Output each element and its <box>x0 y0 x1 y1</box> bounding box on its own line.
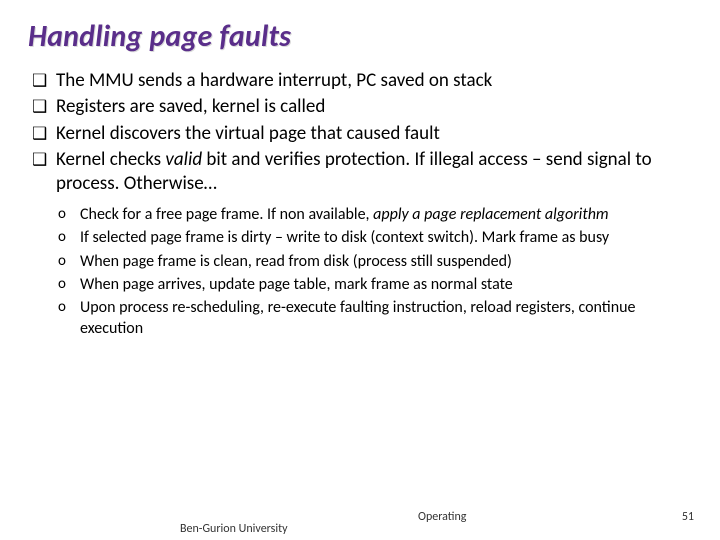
main-bullet-list: The MMU sends a hardware interrupt, PC s… <box>28 69 692 197</box>
bullet-item: Kernel checks valid bit and verifies pro… <box>32 148 692 197</box>
bullet-item: The MMU sends a hardware interrupt, PC s… <box>32 69 692 93</box>
footer-center: Operating <box>418 510 466 524</box>
bullet-em: valid <box>165 148 202 171</box>
sub-item: Check for a free page frame. If non avai… <box>58 205 692 225</box>
slide-number: 51 <box>682 510 694 524</box>
bullet-item: Kernel discovers the virtual page that c… <box>32 122 692 146</box>
sub-bullet-list: Check for a free page frame. If non avai… <box>28 205 692 340</box>
footer-left: Ben-Gurion University <box>180 523 350 536</box>
bullet-item: Registers are saved, kernel is called <box>32 95 692 119</box>
sub-item: When page arrives, update page table, ma… <box>58 275 692 295</box>
sub-text: Check for a free page frame. If non avai… <box>80 205 373 224</box>
sub-item: Upon process re-scheduling, re-execute f… <box>58 298 692 339</box>
bullet-text: Kernel checks <box>56 148 165 171</box>
sub-em: apply a page replacement algorithm <box>373 205 608 224</box>
slide-title: Handling page faults <box>28 18 692 55</box>
sub-item: When page frame is clean, read from disk… <box>58 252 692 272</box>
slide: Handling page faults The MMU sends a har… <box>0 0 720 540</box>
sub-item: If selected page frame is dirty – write … <box>58 228 692 248</box>
